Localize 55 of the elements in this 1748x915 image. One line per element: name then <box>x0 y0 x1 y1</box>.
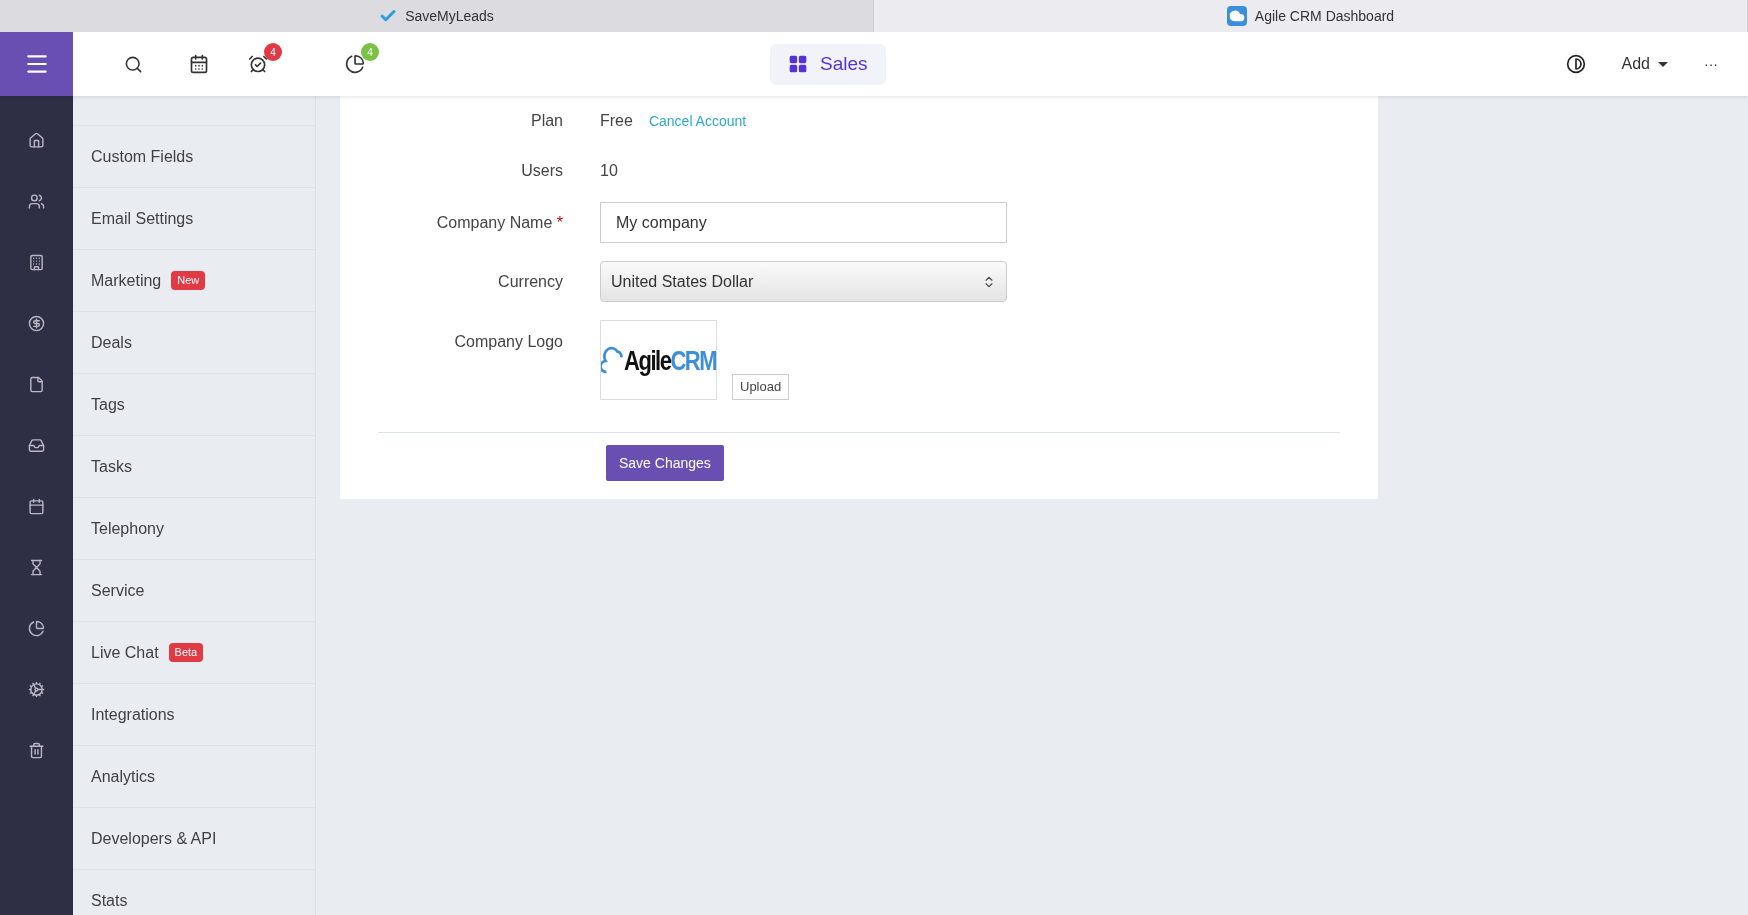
caret-icon <box>1658 61 1668 67</box>
field-label: Currency <box>497 271 563 292</box>
menu-label: Analytics <box>91 766 156 787</box>
pie-chart-icon[interactable] <box>345 54 365 74</box>
tab-title: SaveMyLeads <box>405 6 494 26</box>
status-tag: Beta <box>168 643 204 662</box>
field-label: Users <box>520 161 563 181</box>
save-button[interactable]: Save Changes <box>606 445 724 481</box>
menu-button[interactable] <box>0 32 73 96</box>
logo-text: AgileCRM <box>624 343 716 378</box>
tab-title: Agile CRM Dashboard <box>1254 6 1395 26</box>
menu-label: Integrations <box>91 704 175 725</box>
menu-label: Tasks <box>91 456 132 477</box>
browser-tab[interactable]: SaveMyLeads <box>0 0 874 32</box>
settings-menu-item[interactable]: Stats <box>73 869 315 915</box>
settings-menu-item[interactable]: Deals <box>73 311 315 373</box>
menu-label: Service <box>91 580 145 601</box>
settings-menu-item[interactable]: Integrations <box>73 683 315 745</box>
plan-value: Free <box>600 111 633 131</box>
notification-badge: 4 <box>264 43 282 61</box>
menu-label: Email Settings <box>91 208 194 229</box>
alarm-icon[interactable] <box>248 54 268 74</box>
field-label: Company Name * <box>435 212 563 233</box>
company-name-field[interactable]: My company <box>600 202 1007 243</box>
more-button[interactable]: ··· <box>1704 53 1718 75</box>
settings-menu-item[interactable]: Service <box>73 559 315 621</box>
menu-label: Live Chat <box>91 642 159 663</box>
settings-menu-item[interactable]: Custom Fields <box>73 125 315 187</box>
settings-menu-item[interactable]: Email Settings <box>73 187 315 249</box>
users-value: 10 <box>600 161 618 181</box>
menu-label: Deals <box>91 332 132 353</box>
menu-label: Developers & API <box>91 828 217 849</box>
settings-menu-item[interactable]: Tags <box>73 373 315 435</box>
upload-button[interactable]: Upload <box>732 374 790 400</box>
settings-menu-item[interactable]: Telephony <box>73 497 315 559</box>
currency-select[interactable]: United States Dollar <box>600 261 1007 302</box>
workspace-button[interactable]: Sales <box>770 43 886 85</box>
menu-label: Marketing <box>91 270 162 291</box>
settings-menu-item[interactable]: Live Chat Beta <box>73 621 315 683</box>
contrast-icon[interactable] <box>1565 54 1586 74</box>
add-dropdown[interactable]: Add <box>1621 52 1668 76</box>
grid-icon <box>788 54 808 74</box>
settings-menu-item[interactable]: Tasks <box>73 435 315 497</box>
menu-label: Tags <box>91 394 125 415</box>
notification-badge: 4 <box>361 43 379 61</box>
field-label: Company Logo <box>453 332 563 352</box>
settings-menu-item[interactable]: Marketing New <box>73 249 315 311</box>
settings-menu-item[interactable]: Developers & API <box>73 807 315 869</box>
cloud-icon <box>1226 6 1247 26</box>
status-tag: New <box>171 271 206 290</box>
menu-label: Custom Fields <box>91 146 194 167</box>
menu-label: Stats <box>91 890 128 911</box>
menu-label: Telephony <box>91 518 164 539</box>
settings-menu-item[interactable]: Analytics <box>73 745 315 807</box>
field-label: Plan <box>529 111 563 131</box>
